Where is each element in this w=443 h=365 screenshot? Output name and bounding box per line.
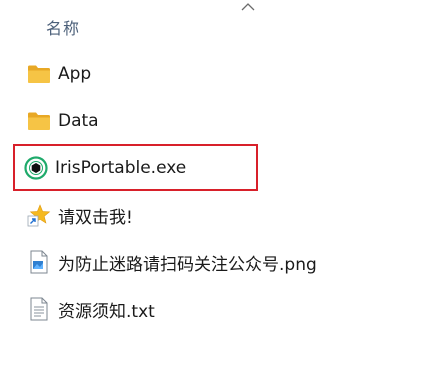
file-name: 请双击我! bbox=[58, 207, 133, 228]
sort-chevron-up-icon[interactable] bbox=[240, 2, 256, 12]
column-header-name[interactable]: 名称 bbox=[46, 15, 80, 39]
list-item[interactable]: Data bbox=[18, 99, 428, 143]
list-item[interactable]: 为防止迷路请扫码关注公众号.png bbox=[18, 240, 428, 284]
folder-icon bbox=[27, 109, 51, 133]
folder-icon bbox=[27, 62, 51, 86]
text-file-icon bbox=[27, 297, 51, 321]
image-file-icon bbox=[27, 250, 51, 274]
shortcut-star-icon bbox=[27, 203, 51, 227]
file-name: Data bbox=[58, 111, 99, 131]
file-list-pane: 名称 App Data IrisPortable.exe 请双击我! 为防止迷路… bbox=[0, 0, 443, 365]
file-name: 资源须知.txt bbox=[58, 301, 155, 322]
list-item[interactable]: 请双击我! bbox=[18, 193, 428, 237]
file-name: 为防止迷路请扫码关注公众号.png bbox=[58, 254, 317, 275]
iris-app-icon bbox=[24, 155, 48, 180]
list-item[interactable]: 资源须知.txt bbox=[18, 287, 428, 331]
list-item[interactable]: App bbox=[18, 52, 428, 96]
list-item-highlighted[interactable]: IrisPortable.exe bbox=[13, 144, 258, 191]
file-name: IrisPortable.exe bbox=[55, 157, 187, 178]
file-name: App bbox=[58, 64, 92, 84]
